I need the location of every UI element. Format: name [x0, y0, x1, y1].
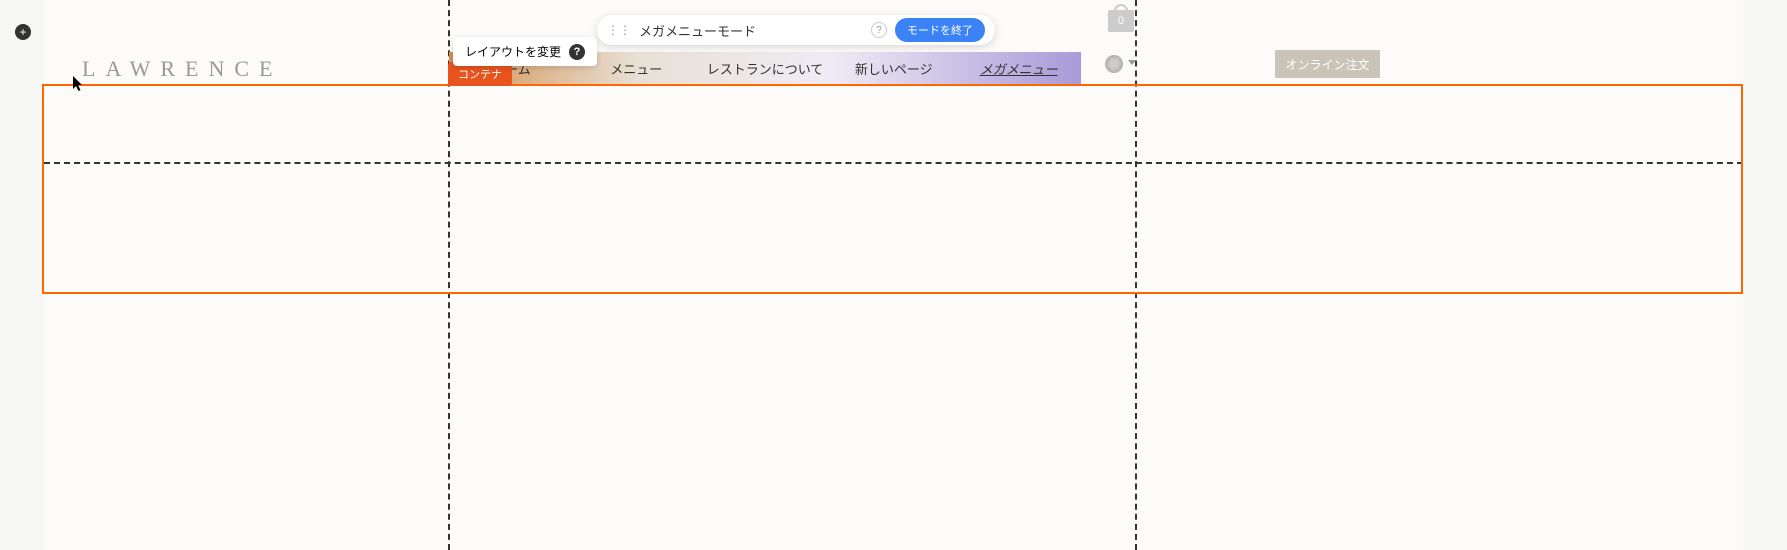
cart-icon[interactable]: 0: [1108, 4, 1134, 32]
end-mode-button[interactable]: モードを終了: [895, 18, 985, 42]
cart-count: 0: [1118, 15, 1124, 27]
site-logo[interactable]: LAWRENCE: [82, 56, 282, 82]
nav-item-about[interactable]: レストランについて: [699, 59, 832, 78]
help-icon[interactable]: ?: [569, 44, 585, 60]
nav-item-newpage[interactable]: 新しいページ: [831, 59, 956, 78]
layout-change-tooltip[interactable]: レイアウトを変更 ?: [453, 37, 597, 66]
layout-tooltip-label: レイアウトを変更: [465, 43, 561, 60]
chevron-down-icon[interactable]: [1128, 60, 1136, 65]
mode-banner-text: メガメニューモード: [639, 21, 871, 40]
cursor-icon: [73, 76, 85, 95]
drag-handle-icon[interactable]: ⋮⋮: [607, 23, 631, 37]
cart-bag: 0: [1108, 10, 1134, 32]
online-order-button[interactable]: オンライン注文: [1275, 50, 1380, 78]
mode-banner: ⋮⋮ メガメニューモード ? モードを終了: [597, 15, 995, 45]
nav-item-megamenu[interactable]: メガメニュー: [956, 59, 1081, 78]
help-icon[interactable]: ?: [871, 22, 887, 38]
add-element-button[interactable]: +: [15, 24, 31, 40]
guide-line-vertical-right: [1135, 0, 1137, 550]
globe-icon[interactable]: [1105, 55, 1123, 73]
guide-line-horizontal: [44, 162, 1743, 164]
